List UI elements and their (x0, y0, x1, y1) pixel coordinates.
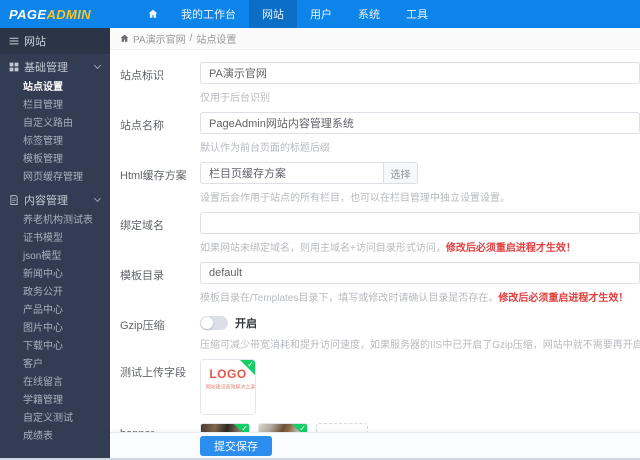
menu-icon (9, 36, 19, 46)
topnav-item-website[interactable]: 网站 (249, 0, 297, 28)
sidebar-item-download-center[interactable]: 下载中心 (0, 338, 110, 356)
breadcrumb-separator: / (189, 33, 193, 44)
field-label: 模板目录 (120, 270, 164, 282)
logo-upload-thumbnail[interactable]: LOGO 网站建设高效解决之道 ✓ (200, 359, 256, 415)
sidebar-item-cert-model[interactable]: 证书模型 (0, 230, 110, 248)
field-label: 站点名称 (120, 120, 164, 132)
site-name-input[interactable] (200, 112, 640, 134)
field-hint: 默认作为前台页面的标题后缀 (200, 143, 330, 154)
toggle-knob (201, 317, 213, 329)
field-site-name: 站点名称 默认作为前台页面的标题后缀 (120, 112, 640, 154)
field-hint: 压缩可减少带宽消耗和提升访问速度，如果服务器的IIS中已开启了Gzip压缩，网站… (200, 340, 640, 351)
sidebar-title: 网站 (0, 28, 110, 54)
sidebar-item-customers[interactable]: 客户 (0, 356, 110, 374)
pageadmin-window: PAGE ADMIN 我的工作台 网站 用户 系统 工具 网站 基础管理 站点设… (0, 0, 640, 460)
restart-warning: 修改后必须重启进程才生效！ (498, 293, 629, 304)
sidebar-item-gov-affairs[interactable]: 政务公开 (0, 284, 110, 302)
sidebar-item-cache-manage[interactable]: 网页缓存管理 (0, 169, 110, 187)
sidebar-item-student-records[interactable]: 学籍管理 (0, 392, 110, 410)
choose-cache-button[interactable]: 选择 (384, 162, 418, 184)
restart-warning: 修改后必须重启进程才生效！ (445, 243, 576, 254)
domain-input[interactable] (200, 212, 640, 234)
group-label: 基础管理 (24, 61, 68, 74)
submit-save-button[interactable]: 提交保存 (200, 435, 272, 456)
breadcrumb-root[interactable]: PA演示官网 (133, 31, 186, 46)
check-icon: ✓ (247, 360, 254, 369)
home-icon (148, 9, 158, 19)
field-label: 站点标识 (120, 70, 164, 82)
field-html-cache: Html缓存方案 选择 设置后会作用于站点的所有栏目，也可以在栏目管理中独立设置… (120, 162, 640, 204)
sidebar-item-score-table[interactable]: 成绩表 (0, 428, 110, 446)
sidebar-item-eldercare-test[interactable]: 养老机构测试表 (0, 212, 110, 230)
sidebar-item-custom-route[interactable]: 自定义路由 (0, 115, 110, 133)
gzip-toggle-label: 开启 (235, 318, 257, 330)
html-cache-input[interactable] (200, 162, 384, 184)
chevron-down-icon (93, 194, 102, 203)
topnav-item-users[interactable]: 用户 (297, 0, 345, 28)
logo-text-page: PAGE (9, 6, 47, 22)
template-dir-input[interactable] (200, 262, 640, 284)
field-label: Gzip压缩 (120, 320, 165, 332)
sidebar-item-json-model[interactable]: json模型 (0, 248, 110, 266)
field-label: Html缓存方案 (120, 170, 187, 182)
topnav-item-tools[interactable]: 工具 (393, 0, 441, 28)
top-bar: PAGE ADMIN 我的工作台 网站 用户 系统 工具 (0, 0, 640, 28)
sidebar-item-image-center[interactable]: 图片中心 (0, 320, 110, 338)
topnav-home[interactable] (138, 0, 168, 28)
pageadmin-logo: PAGE ADMIN (0, 0, 110, 28)
sidebar-item-guestbook[interactable]: 在线留言 (0, 374, 110, 392)
sidebar-item-product-center[interactable]: 产品中心 (0, 302, 110, 320)
sidebar-group-content-header[interactable]: 内容管理 (0, 187, 110, 212)
main-content: PA演示官网 / 站点设置 站点标识 仅用于后台识别 站点名称 默认作为前 (110, 28, 640, 460)
field-hint: 如果网站未绑定域名，则用主域名+访问目录形式访问，修改后必须重启进程才生效！ (200, 243, 576, 254)
sidebar-group-basic-header[interactable]: 基础管理 (0, 54, 110, 79)
field-label: 测试上传字段 (120, 367, 186, 379)
field-hint: 仅用于后台识别 (200, 93, 270, 104)
sidebar-item-news-center[interactable]: 新闻中心 (0, 266, 110, 284)
field-gzip: Gzip压缩 开启 压缩可减少带宽消耗和提升访问速度，如果服务器的IIS中已开启… (120, 312, 640, 351)
grid-icon (9, 62, 19, 72)
logo-image-slogan: 网站建设高效解决之道 (205, 385, 256, 391)
breadcrumb-current: 站点设置 (196, 35, 237, 46)
topnav-item-workbench[interactable]: 我的工作台 (168, 0, 249, 28)
gzip-toggle[interactable] (200, 316, 228, 330)
sidebar-group-content: 内容管理 养老机构测试表 证书模型 json模型 新闻中心 政务公开 产品中心 … (0, 187, 110, 446)
sidebar-title-label: 网站 (24, 36, 46, 48)
field-label: 绑定域名 (120, 220, 164, 232)
sidebar-item-site-settings[interactable]: 站点设置 (0, 79, 110, 97)
form-footer: 提交保存 (110, 432, 640, 458)
breadcrumb: PA演示官网 / 站点设置 (110, 28, 640, 50)
sidebar-group-basic: 基础管理 站点设置 栏目管理 自定义路由 标签管理 模板管理 网页缓存管理 (0, 54, 110, 187)
sidebar: 网站 基础管理 站点设置 栏目管理 自定义路由 标签管理 模板管理 网页缓存管理 (0, 28, 110, 460)
field-hint: 设置后会作用于站点的所有栏目，也可以在栏目管理中独立设置设置。 (200, 193, 510, 204)
field-template-dir: 模板目录 模板目录在/Templates目录下，填写或修改时请确认目录是否存在。… (120, 262, 640, 304)
sidebar-item-column-manage[interactable]: 栏目管理 (0, 97, 110, 115)
sidebar-item-custom-test[interactable]: 自定义测试 (0, 410, 110, 428)
top-navigation: 我的工作台 网站 用户 系统 工具 (138, 0, 441, 28)
home-icon (120, 34, 129, 43)
site-id-input[interactable] (200, 62, 640, 84)
field-hint: 模板目录在/Templates目录下，填写或修改时请确认目录是否存在。修改后必须… (200, 293, 629, 304)
sidebar-item-tag-manage[interactable]: 标签管理 (0, 133, 110, 151)
field-domain: 绑定域名 如果网站未绑定域名，则用主域名+访问目录形式访问，修改后必须重启进程才… (120, 212, 640, 254)
sidebar-item-template-manage[interactable]: 模板管理 (0, 151, 110, 169)
field-site-id: 站点标识 仅用于后台识别 (120, 62, 640, 104)
group-label: 内容管理 (24, 194, 68, 207)
logo-text-admin: ADMIN (46, 6, 92, 22)
document-icon (9, 194, 19, 205)
site-settings-form: 站点标识 仅用于后台识别 站点名称 默认作为前台页面的标题后缀 Html缓存方案 (110, 50, 640, 460)
field-test-upload: 测试上传字段 LOGO 网站建设高效解决之道 ✓ (120, 359, 640, 415)
topnav-item-system[interactable]: 系统 (345, 0, 393, 28)
chevron-down-icon (93, 61, 102, 70)
